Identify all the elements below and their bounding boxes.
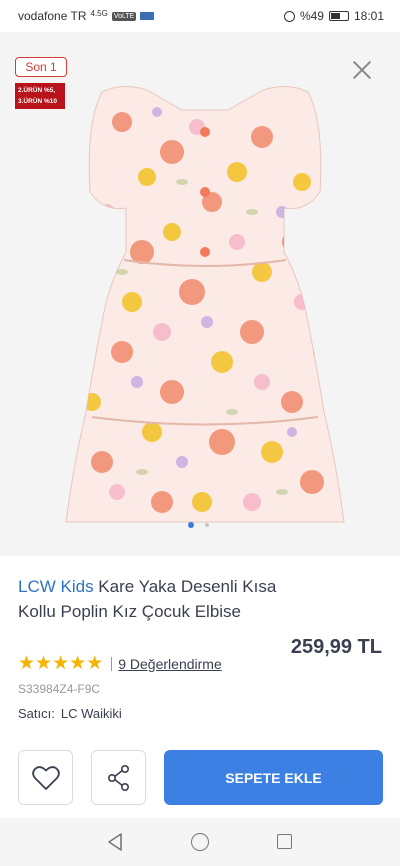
recent-square-icon[interactable] [277,834,292,849]
status-bar: vodafone TR 4.5G VoLTE %49 18:01 [0,0,400,32]
battery-percent: %49 [299,9,324,23]
back-triangle-icon[interactable] [106,832,124,852]
product-title: LCW Kids Kare Yaka Desenli Kısa Kollu Po… [18,574,278,624]
status-right: %49 18:01 [283,9,384,23]
mini-app-icon [140,12,155,20]
product-image-carousel[interactable]: Son 1 2.ÜRÜN %5, 3.ÜRÜN %10 [0,32,400,556]
star-icon: ★ [35,653,53,674]
star-icon: ★ [69,653,87,674]
carousel-dot-active[interactable] [188,522,194,528]
star-icon: ★ [52,653,70,674]
heart-icon [31,765,60,790]
battery-icon [328,11,349,21]
alarm-icon [283,10,295,22]
clock: 18:01 [353,9,384,23]
action-bar: SEPETE EKLE [0,740,400,818]
status-left: vodafone TR 4.5G VoLTE [18,8,155,23]
promo-line-1: 2.ÜRÜN %5, [18,87,56,94]
promo-line-2: 3.ÜRÜN %10 [18,98,58,105]
star-icon: ★ [18,653,36,674]
volte-badge: VoLTE [111,11,137,21]
carrier-name: vodafone TR [18,9,87,23]
favorite-button[interactable] [18,750,73,805]
product-info: LCW Kids Kare Yaka Desenli Kısa Kollu Po… [0,556,400,750]
share-button[interactable] [91,750,146,805]
carousel-dot[interactable] [205,523,209,527]
seller-label: Satıcı: [18,706,55,721]
seller-name[interactable]: LC Waikiki [61,706,122,721]
share-icon [107,764,129,791]
dress-image [65,86,345,523]
close-icon[interactable] [350,58,374,82]
home-circle-icon[interactable] [191,833,209,851]
rating-row[interactable]: ★ ★ ★ ★ ★ 9 Değerlendirme [18,654,222,673]
product-price: 259,99 TL [290,636,382,658]
divider [111,656,113,671]
brand-link[interactable]: LCW Kids [18,577,94,596]
promo-badge: 2.ÜRÜN %5, 3.ÜRÜN %10 [15,83,65,109]
stock-badge: Son 1 [15,57,67,77]
reviews-link[interactable]: 9 Değerlendirme [118,656,222,672]
product-sku: S33984Z4-F9C [18,682,101,696]
network-type: 4.5G [90,8,108,18]
system-nav-bar [0,818,400,866]
star-icon: ★ [86,653,104,674]
seller-row: Satıcı: LC Waikiki [18,706,122,721]
add-to-cart-button[interactable]: SEPETE EKLE [164,750,383,805]
